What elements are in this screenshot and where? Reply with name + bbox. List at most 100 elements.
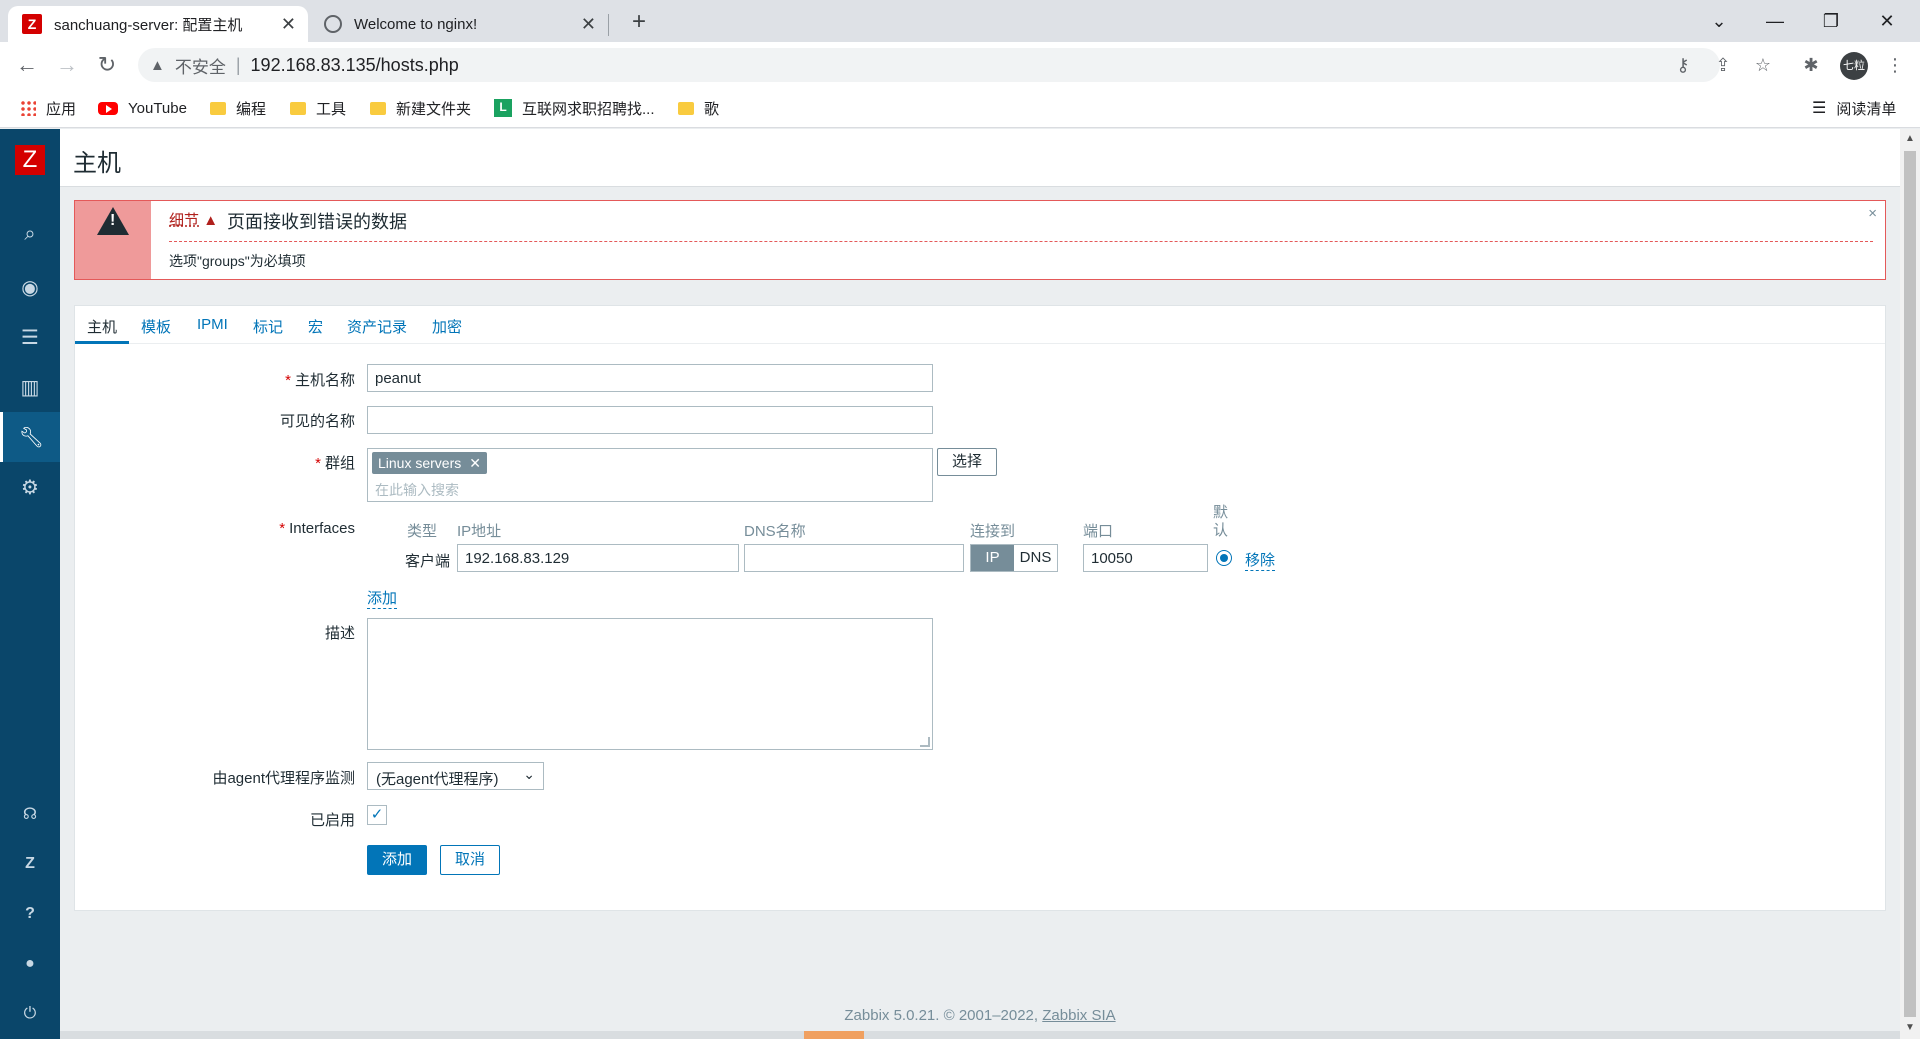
- url-text[interactable]: 192.168.83.135/hosts.php: [251, 55, 459, 76]
- search-icon[interactable]: ⌕: [0, 209, 60, 259]
- more-menu-icon[interactable]: ⋮: [1880, 50, 1910, 80]
- share-icon[interactable]: Z: [0, 839, 60, 889]
- zabbix-favicon: Z: [22, 14, 42, 34]
- groups-search-placeholder[interactable]: 在此输入搜索: [375, 480, 459, 500]
- iface-header-ip: IP地址: [457, 523, 502, 540]
- host-name-label: * 主机名称: [225, 369, 355, 390]
- url-separator: |: [235, 54, 241, 75]
- connect-ip-option[interactable]: IP: [971, 545, 1014, 571]
- new-tab-button[interactable]: +: [624, 8, 654, 38]
- logout-icon[interactable]: ⏻: [0, 989, 60, 1039]
- close-tab-icon[interactable]: ✕: [281, 14, 296, 35]
- tab-search-chevron-icon[interactable]: ⌄: [1696, 6, 1742, 36]
- monitoring-eye-icon[interactable]: ◉: [0, 262, 60, 312]
- reading-list[interactable]: ☰ 阅读清单: [1812, 96, 1896, 120]
- connect-to-toggle: IP DNS: [970, 544, 1058, 572]
- host-name-label-text: 主机名称: [294, 372, 355, 389]
- collapse-arrow-icon[interactable]: ▲: [203, 212, 218, 229]
- tab-title: sanchuang-server: 配置主机: [54, 16, 243, 34]
- groups-multiselect[interactable]: Linux servers ✕ 在此输入搜索: [367, 448, 933, 502]
- page-footer: Zabbix 5.0.21. © 2001–2022, Zabbix SIA: [60, 1007, 1900, 1024]
- add-interface-link[interactable]: 添加: [367, 587, 398, 609]
- iface-header-dns: DNS名称: [744, 523, 806, 540]
- iface-ip-input[interactable]: 192.168.83.129: [457, 544, 739, 572]
- group-chip: Linux servers ✕: [372, 452, 487, 474]
- user-icon[interactable]: ●: [0, 939, 60, 989]
- tab-encryption[interactable]: 加密: [432, 316, 462, 337]
- reports-chart-icon[interactable]: ▥: [0, 362, 60, 412]
- apps-grid-icon: [20, 100, 36, 116]
- restore-icon[interactable]: ❐: [1808, 6, 1854, 36]
- bookmark-folder-songs[interactable]: 歌: [678, 96, 719, 120]
- host-name-input[interactable]: peanut: [367, 364, 933, 392]
- warning-triangle-icon: [97, 207, 129, 235]
- error-detail: 选项"groups"为必填项: [169, 253, 306, 269]
- vertical-scrollbar[interactable]: ▲ ▼: [1900, 129, 1920, 1039]
- help-icon[interactable]: ?: [0, 889, 60, 939]
- details-toggle[interactable]: 细节 ▲: [169, 209, 218, 230]
- inventory-list-icon[interactable]: ☰: [0, 312, 60, 362]
- default-interface-radio[interactable]: [1216, 550, 1232, 566]
- key-icon[interactable]: ⚷: [1668, 50, 1698, 80]
- iface-port-input[interactable]: 10050: [1083, 544, 1208, 572]
- support-icon[interactable]: ☊: [0, 789, 60, 839]
- browser-tab-zabbix[interactable]: Z sanchuang-server: 配置主机 ✕: [8, 6, 308, 42]
- page-title: 主机: [73, 150, 121, 177]
- proxy-select[interactable]: (无agent代理程序) ⌄: [367, 762, 544, 790]
- omnibox[interactable]: ▲ 不安全 | 192.168.83.135/hosts.php: [138, 48, 1720, 82]
- connect-dns-option[interactable]: DNS: [1014, 545, 1057, 571]
- configuration-wrench-icon[interactable]: 🔧︎: [0, 412, 60, 462]
- cancel-button[interactable]: 取消: [440, 845, 500, 875]
- form-tabs: 主机 模板 IPMI 标记 宏 资产记录 加密: [75, 306, 1885, 344]
- resize-grip-icon[interactable]: [920, 737, 930, 747]
- scroll-down-icon[interactable]: ▼: [1900, 1022, 1920, 1033]
- forward-icon[interactable]: →: [52, 50, 82, 80]
- bookmark-star-icon[interactable]: ☆: [1748, 50, 1778, 80]
- iface-dns-input[interactable]: [744, 544, 964, 572]
- minimize-icon[interactable]: —: [1752, 6, 1798, 36]
- add-button[interactable]: 添加: [367, 845, 427, 875]
- select-groups-button[interactable]: 选择: [937, 448, 997, 476]
- tab-templates[interactable]: 模板: [141, 316, 171, 337]
- bookmark-label: 互联网求职招聘找...: [522, 100, 655, 118]
- bookmark-folder-programming[interactable]: 编程: [210, 96, 266, 120]
- zabbix-sidebar: Z ⌕ ◉ ☰ ▥ 🔧︎ ⚙ ☊ Z ? ● ⏻: [0, 129, 60, 1039]
- share-icon[interactable]: ⇪: [1708, 50, 1738, 80]
- tab-host[interactable]: 主机: [87, 316, 117, 337]
- close-window-icon[interactable]: ✕: [1864, 6, 1910, 36]
- remove-chip-icon[interactable]: ✕: [469, 455, 481, 472]
- administration-gear-icon[interactable]: ⚙: [0, 462, 60, 512]
- warning-triangle-icon[interactable]: ▲: [150, 57, 165, 74]
- scrollbar-thumb[interactable]: [1904, 151, 1916, 1017]
- description-textarea[interactable]: [367, 618, 933, 750]
- folder-icon: [290, 101, 306, 115]
- details-toggle-label[interactable]: 细节: [169, 212, 199, 229]
- close-icon[interactable]: ×: [1868, 205, 1877, 222]
- tab-ipmi[interactable]: IPMI: [197, 316, 228, 333]
- extensions-puzzle-icon[interactable]: ✱: [1796, 50, 1826, 80]
- close-tab-icon[interactable]: ✕: [581, 14, 596, 35]
- enabled-checkbox[interactable]: ✓: [367, 805, 387, 825]
- bookmark-label: 工具: [316, 100, 347, 118]
- error-divider: [169, 241, 1873, 242]
- profile-avatar[interactable]: 七粒: [1840, 52, 1868, 80]
- footer-link[interactable]: Zabbix SIA: [1042, 1007, 1115, 1024]
- bookmark-liepin[interactable]: L 互联网求职招聘找...: [494, 96, 655, 120]
- tab-macros[interactable]: 宏: [308, 316, 323, 337]
- bookmark-folder-new[interactable]: 新建文件夹: [370, 96, 471, 120]
- remove-interface-link[interactable]: 移除: [1245, 549, 1276, 571]
- address-bar-row: ← → ↻ ▲ 不安全 | 192.168.83.135/hosts.php ⚷…: [0, 42, 1920, 88]
- browser-tab-nginx[interactable]: Welcome to nginx! ✕: [310, 6, 608, 42]
- zabbix-logo[interactable]: Z: [15, 145, 45, 175]
- security-label[interactable]: 不安全: [175, 53, 226, 78]
- scroll-up-icon[interactable]: ▲: [1900, 133, 1920, 144]
- bookmark-apps[interactable]: 应用: [20, 96, 76, 120]
- reload-icon[interactable]: ↻: [92, 50, 122, 80]
- back-icon[interactable]: ←: [12, 50, 42, 80]
- tab-title: Welcome to nginx!: [354, 15, 478, 33]
- bookmark-youtube[interactable]: YouTube: [98, 96, 187, 120]
- visible-name-input[interactable]: [367, 406, 933, 434]
- tab-tags[interactable]: 标记: [253, 316, 283, 337]
- tab-inventory[interactable]: 资产记录: [347, 316, 407, 337]
- bookmark-folder-tools[interactable]: 工具: [290, 96, 346, 120]
